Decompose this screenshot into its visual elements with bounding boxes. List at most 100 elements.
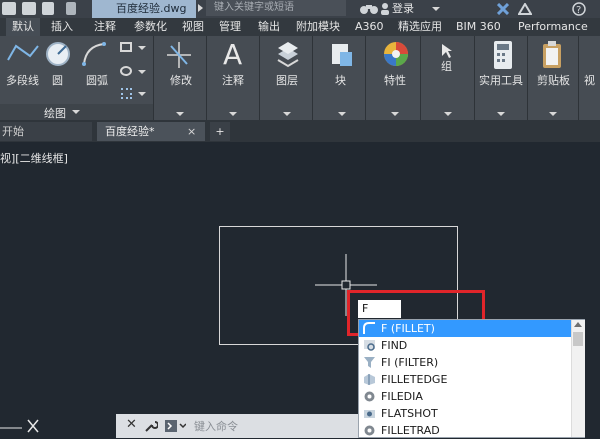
svg-text:A: A: [223, 38, 242, 70]
expand-arrow-icon[interactable]: [198, 4, 203, 12]
group-panel-label[interactable]: 组: [441, 58, 452, 74]
hatch-icon[interactable]: [120, 66, 132, 76]
scroll-thumb[interactable]: [573, 332, 583, 346]
tab-bim360[interactable]: BIM 360: [456, 18, 501, 36]
scroll-up-icon[interactable]: [574, 322, 582, 327]
save-icon[interactable]: [42, 2, 54, 15]
file-name: 百度经验.dwg: [116, 2, 187, 15]
group-dropdown-icon[interactable]: [444, 112, 452, 116]
draw-panel-label: 绘图: [44, 107, 66, 120]
properties-panel-label[interactable]: 特性: [384, 72, 406, 88]
flatshot-icon: [364, 410, 375, 418]
list-item[interactable]: FIND: [359, 337, 571, 354]
arc-label[interactable]: 圆弧: [86, 72, 108, 88]
draw-panel-dropdown-icon[interactable]: [72, 110, 80, 114]
clipboard-icon[interactable]: [541, 40, 563, 70]
hatch-dropdown-icon[interactable]: [138, 70, 146, 74]
tab-default[interactable]: 默认: [6, 18, 40, 36]
polyline-label[interactable]: 多段线: [6, 72, 39, 88]
tab-addins[interactable]: 附加模块: [296, 18, 340, 36]
properties-dropdown-icon[interactable]: [391, 112, 399, 116]
properties-color-wheel-icon[interactable]: [382, 40, 410, 68]
ribbon-tab-bar: 默认 插入 注释 参数化 视图 管理 输出 附加模块 A360 精选应用 BIM…: [0, 18, 600, 36]
tab-output[interactable]: 输出: [258, 18, 280, 36]
modify-dropdown-icon[interactable]: [176, 112, 184, 116]
document-tab-bar: 开始 百度经验* × +: [0, 120, 600, 142]
clipboard-dropdown-icon[interactable]: [549, 112, 557, 116]
annotation-dropdown-icon[interactable]: [229, 112, 237, 116]
tab-document[interactable]: 百度经验* ×: [97, 122, 205, 141]
list-item[interactable]: FILLETRAD: [359, 422, 571, 439]
svg-text:?: ?: [576, 5, 581, 16]
tab-parametric[interactable]: 参数化: [134, 18, 167, 36]
tab-manage[interactable]: 管理: [219, 18, 241, 36]
utilities-dropdown-icon[interactable]: [497, 112, 505, 116]
circle-icon[interactable]: [44, 40, 72, 68]
modify-panel-label[interactable]: 修改: [170, 72, 192, 88]
ucs-icon: [0, 419, 39, 433]
circle-label[interactable]: 圆: [52, 72, 63, 88]
block-panel-label[interactable]: 块: [335, 72, 346, 88]
fillet-icon: [363, 322, 375, 334]
a360-icon[interactable]: [518, 3, 532, 15]
boundary-dropdown-icon[interactable]: [138, 92, 146, 96]
view-panel-label[interactable]: 视: [584, 72, 595, 88]
tab-document-label: 百度经验*: [105, 125, 155, 138]
annotation-panel-label[interactable]: 注释: [222, 72, 244, 88]
filter-icon: [364, 357, 375, 368]
login-link[interactable]: 登录: [392, 0, 414, 17]
layers-icon[interactable]: [274, 40, 302, 70]
binoculars-icon[interactable]: [358, 2, 380, 16]
boundary-icon[interactable]: [121, 88, 132, 99]
list-item[interactable]: FI (FILTER): [359, 354, 571, 371]
viewport-label[interactable]: 视][二维线框]: [0, 150, 68, 166]
close-icon[interactable]: ✕: [126, 417, 137, 432]
filletedge-icon: [364, 374, 375, 385]
utilities-panel-label[interactable]: 实用工具: [479, 72, 523, 88]
layers-panel-label[interactable]: 图层: [276, 72, 298, 88]
user-icon[interactable]: [380, 2, 390, 16]
tab-annotate[interactable]: 注释: [94, 18, 116, 36]
polyline-icon[interactable]: [6, 42, 40, 64]
text-icon[interactable]: A: [222, 38, 246, 70]
close-tab-icon[interactable]: ×: [187, 122, 196, 141]
tab-start[interactable]: 开始: [0, 122, 92, 141]
command-suggestion-list: F (FILLET) FIND FI (FILTER) FILLETEDGE F…: [358, 319, 585, 438]
tab-view[interactable]: 视图: [182, 18, 204, 36]
tab-featured-apps[interactable]: 精选应用: [398, 18, 442, 36]
list-item[interactable]: FILLETEDGE: [359, 371, 571, 388]
block-dropdown-icon[interactable]: [338, 112, 346, 116]
clipboard-panel-label[interactable]: 剪贴板: [537, 72, 570, 88]
rectangle-icon[interactable]: [120, 42, 132, 52]
list-item[interactable]: F (FILLET): [359, 320, 571, 337]
tab-insert[interactable]: 插入: [51, 18, 73, 36]
gear-icon: [364, 391, 375, 402]
new-icon[interactable]: [2, 2, 16, 15]
block-icon[interactable]: [328, 40, 356, 70]
tab-start-label: 开始: [2, 125, 24, 138]
list-item[interactable]: FLATSHOT: [359, 405, 571, 422]
file-name-tab[interactable]: 百度经验.dwg: [92, 0, 196, 18]
redo-icon[interactable]: [66, 2, 76, 15]
layers-dropdown-icon[interactable]: [283, 112, 291, 116]
open-icon[interactable]: [22, 2, 36, 15]
command-prompt-icon[interactable]: [164, 419, 186, 433]
login-dropdown-icon[interactable]: [432, 7, 440, 11]
modify-move-icon[interactable]: [165, 40, 193, 70]
new-tab-button[interactable]: +: [210, 122, 230, 141]
search-input[interactable]: 键入关键字或短语: [206, 0, 346, 16]
arc-icon[interactable]: [80, 40, 108, 68]
calculator-icon[interactable]: [492, 40, 514, 70]
rectangle-dropdown-icon[interactable]: [138, 46, 146, 50]
wrench-icon[interactable]: [144, 419, 158, 433]
list-item[interactable]: FILEDIA: [359, 388, 571, 405]
command-input-placeholder[interactable]: 键入命令: [194, 418, 238, 434]
help-icon[interactable]: ?: [572, 2, 586, 16]
tab-performance[interactable]: Performance: [518, 18, 588, 36]
suggestion-scrollbar[interactable]: [571, 320, 585, 437]
tab-a360[interactable]: A360: [355, 18, 384, 36]
exchange-icon[interactable]: [497, 3, 509, 15]
search-placeholder: 键入关键字或短语: [214, 2, 294, 13]
find-icon: [364, 340, 375, 351]
draw-panel-footer[interactable]: 绘图: [0, 104, 153, 120]
